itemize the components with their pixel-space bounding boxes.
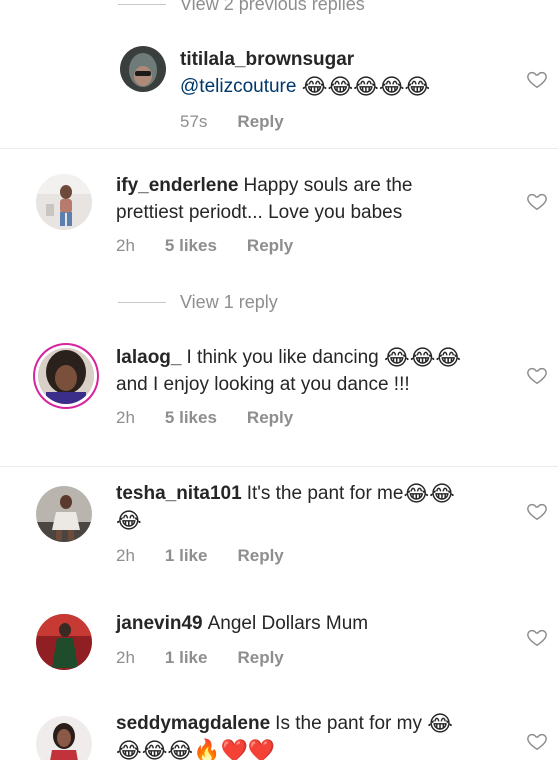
comment-text: seddymagdalene Is the pant for my 😂 😂😂😂🔥❤…	[116, 710, 516, 760]
like-button[interactable]	[526, 730, 548, 752]
heart-outline-icon	[527, 71, 547, 88]
likes-count[interactable]: 5 likes	[165, 236, 217, 256]
laughing-emoji: 😂	[116, 508, 142, 533]
reply-thread-line	[118, 4, 166, 5]
user-avatar	[36, 486, 92, 542]
avatar[interactable]	[36, 614, 92, 670]
like-button[interactable]	[526, 500, 548, 522]
user-avatar	[120, 46, 166, 92]
laughing-emoji: 😂😂	[403, 481, 455, 506]
comment-body-line2: and I enjoy looking at you dance !!!	[116, 374, 410, 395]
avatar[interactable]	[36, 716, 92, 760]
like-button[interactable]	[526, 364, 548, 386]
comments-screen: View 2 previous replies titilala_brownsu…	[0, 0, 558, 760]
comment: lalaog_ I think you like dancing 😂😂😂 and …	[0, 340, 558, 450]
reply-button[interactable]: Reply	[237, 546, 283, 566]
view-previous-replies-button[interactable]: View 2 previous replies	[118, 0, 365, 15]
view-replies-button[interactable]: View 1 reply	[118, 292, 278, 313]
heart-outline-icon	[527, 629, 547, 646]
reply-button[interactable]: Reply	[247, 236, 293, 256]
divider	[0, 466, 558, 467]
likes-count[interactable]: 5 likes	[165, 408, 217, 428]
like-button[interactable]	[526, 68, 548, 90]
comment: tesha_nita101 It's the pant for me😂😂 😂 2h…	[0, 478, 558, 588]
comment-reply: titilala_brownsugar @telizcouture 😂😂😂😂😂 …	[0, 40, 558, 140]
user-avatar	[36, 716, 92, 760]
avatar[interactable]	[120, 46, 166, 92]
comment-body: I think you like dancing	[186, 347, 379, 368]
reply-button[interactable]: Reply	[247, 408, 293, 428]
laughing-emoji: 😂	[427, 711, 453, 736]
comment-meta: 2h 5 likes Reply	[116, 408, 293, 428]
user-avatar	[36, 614, 92, 670]
laughing-emoji: 😂😂😂	[384, 345, 462, 370]
comment-meta: 2h 5 likes Reply	[116, 236, 293, 256]
avatar[interactable]	[38, 348, 94, 404]
comment-meta: 57s Reply	[180, 112, 284, 132]
view-replies-label: View 1 reply	[180, 292, 278, 312]
divider	[0, 148, 558, 149]
reply-thread-line	[118, 302, 166, 303]
comment: ify_enderlene Happy souls are the prettie…	[0, 168, 558, 278]
heart-outline-icon	[527, 367, 547, 384]
comment-username[interactable]: lalaog_	[116, 347, 181, 368]
comment-time: 2h	[116, 236, 135, 255]
comment-time: 2h	[116, 546, 135, 565]
avatar[interactable]	[36, 486, 92, 542]
likes-count[interactable]: 1 like	[165, 546, 208, 566]
comment-time: 57s	[180, 112, 208, 131]
comment-username[interactable]: titilala_brownsugar	[180, 49, 354, 70]
laughing-emoji: 😂😂😂😂😂	[301, 74, 431, 99]
likes-count[interactable]: 1 like	[165, 648, 208, 668]
comment: janevin49 Angel Dollars Mum 2h 1 like Rep…	[0, 608, 558, 698]
comment-time: 2h	[116, 648, 135, 667]
reply-button[interactable]: Reply	[237, 648, 283, 668]
avatar[interactable]	[36, 174, 92, 230]
comment: seddymagdalene Is the pant for my 😂 😂😂😂🔥❤…	[0, 708, 558, 760]
comment-text: janevin49 Angel Dollars Mum	[116, 610, 476, 637]
reply-button[interactable]: Reply	[237, 112, 283, 132]
comment-body: It's the pant for me	[246, 483, 404, 504]
emoji-row: 😂😂😂🔥❤️❤️	[116, 738, 276, 760]
comment-mention[interactable]: @telizcouture	[180, 76, 296, 97]
comment-text: tesha_nita101 It's the pant for me😂😂 😂	[116, 480, 516, 534]
comment-text: ify_enderlene Happy souls are the prettie…	[116, 172, 476, 226]
heart-outline-icon	[527, 503, 547, 520]
comment-username[interactable]: ify_enderlene	[116, 175, 239, 196]
comment-time: 2h	[116, 408, 135, 427]
view-previous-replies-label: View 2 previous replies	[180, 0, 365, 14]
comment-text: lalaog_ I think you like dancing 😂😂😂 and …	[116, 344, 516, 398]
comment-username[interactable]: tesha_nita101	[116, 483, 242, 504]
comment-body: Angel Dollars Mum	[207, 613, 369, 634]
comment-username[interactable]: seddymagdalene	[116, 713, 270, 734]
comment-meta: 2h 1 like Reply	[116, 648, 284, 668]
heart-outline-icon	[527, 733, 547, 750]
user-avatar	[36, 174, 92, 230]
heart-outline-icon	[527, 193, 547, 210]
comment-username[interactable]: janevin49	[116, 613, 203, 634]
comment-text: titilala_brownsugar @telizcouture 😂😂😂😂😂	[180, 46, 430, 100]
comment-body: Is the pant for my	[275, 713, 422, 734]
user-avatar	[38, 348, 94, 404]
like-button[interactable]	[526, 190, 548, 212]
comment-meta: 2h 1 like Reply	[116, 546, 284, 566]
like-button[interactable]	[526, 626, 548, 648]
